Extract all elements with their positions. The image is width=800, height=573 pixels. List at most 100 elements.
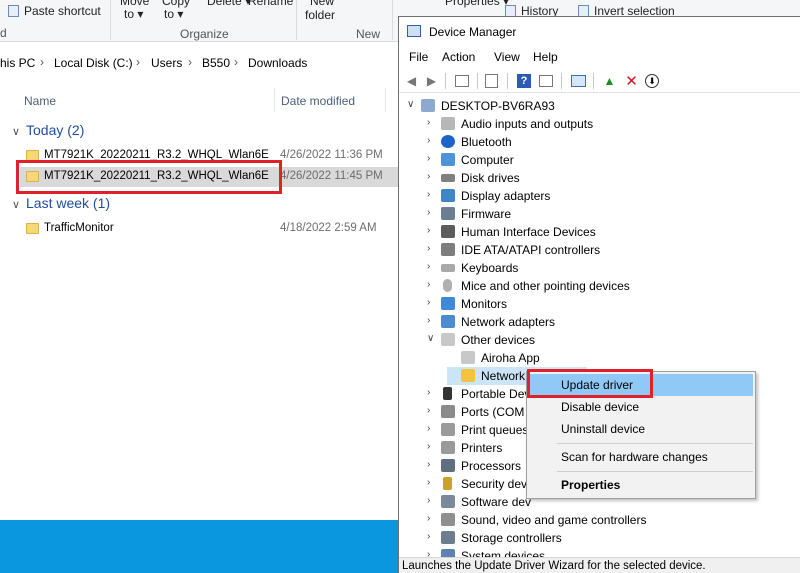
column-date-modified[interactable]: Date modified <box>281 94 355 108</box>
chevron-right-icon[interactable]: › <box>136 55 140 69</box>
breadcrumb-b550[interactable]: B550 <box>202 56 230 70</box>
tree-item-label: Processors <box>461 459 522 473</box>
disable-device-menu-item[interactable]: Disable device <box>529 396 753 418</box>
help-icon[interactable]: ? <box>517 74 531 88</box>
toolbar: ◀ ▶ ? ▲ ✕ ⬇ <box>399 69 800 93</box>
chevron-right-icon[interactable]: › <box>427 189 437 200</box>
properties-button[interactable]: Properties ▾ <box>445 0 509 8</box>
uninstall-x-icon[interactable]: ✕ <box>623 72 640 90</box>
toolbar-divider <box>477 73 478 89</box>
properties-menu-item[interactable]: Properties <box>529 474 753 496</box>
breadcrumb-users[interactable]: Users <box>151 56 182 70</box>
tree-item-label: Network adapters <box>461 315 556 329</box>
monitor-icon <box>441 297 455 310</box>
update-driver-icon[interactable]: ▲ <box>601 72 618 89</box>
mouse-icon <box>443 279 452 292</box>
file-date: 4/26/2022 11:36 PM <box>280 149 383 161</box>
group-header-last-week[interactable]: ∨ Last week (1) <box>12 195 110 211</box>
toolbar-divider <box>561 73 562 89</box>
tree-item-label: Audio inputs and outputs <box>461 117 594 131</box>
scan-hardware-icon[interactable] <box>571 75 586 87</box>
chevron-right-icon[interactable]: › <box>427 531 437 542</box>
chevron-right-icon[interactable]: › <box>427 387 437 398</box>
toolbar-divider <box>445 73 446 89</box>
chevron-right-icon[interactable]: › <box>427 243 437 254</box>
back-arrow-icon[interactable]: ◀ <box>403 72 420 89</box>
chevron-right-icon[interactable]: › <box>427 297 437 308</box>
disable-device-icon[interactable]: ⬇ <box>645 74 659 88</box>
chevron-right-icon[interactable]: › <box>427 459 437 470</box>
tree-item-label: Printers <box>461 441 503 455</box>
chevron-right-icon[interactable]: › <box>427 279 437 290</box>
tree-item-label: System devices <box>461 549 546 557</box>
address-bar[interactable]: his PC › Local Disk (C:) › Users › B550 … <box>0 48 400 76</box>
chevron-right-icon[interactable]: › <box>234 55 238 69</box>
chevron-down-icon[interactable]: ∨ <box>407 99 417 110</box>
tree-item-label: Software dev <box>461 495 532 509</box>
keyboard-icon <box>441 264 455 272</box>
file-row[interactable]: TrafficMonitor 4/18/2022 2:59 AM <box>20 219 400 239</box>
chevron-down-icon: ∨ <box>12 199 21 211</box>
chevron-right-icon[interactable]: › <box>427 495 437 506</box>
paste-shortcut-button[interactable]: Paste shortcut <box>8 4 101 18</box>
chevron-right-icon[interactable]: › <box>427 153 437 164</box>
system-device-icon <box>441 549 455 557</box>
copy-to-label[interactable]: to ▾ <box>164 7 183 21</box>
column-divider[interactable] <box>274 88 275 112</box>
folder-icon <box>26 223 39 234</box>
rename-button[interactable]: Rename <box>248 0 293 8</box>
menu-view[interactable]: View <box>494 50 520 64</box>
tree-item-label: Print queues <box>461 423 529 437</box>
tree-item-label: Sound, video and game controllers <box>461 513 647 527</box>
breadcrumb-local-disk[interactable]: Local Disk (C:) <box>54 56 133 70</box>
column-name[interactable]: Name <box>24 94 56 108</box>
chevron-right-icon[interactable]: › <box>188 55 192 69</box>
menu-action[interactable]: Action <box>442 50 475 64</box>
forward-arrow-icon[interactable]: ▶ <box>423 72 440 89</box>
chevron-right-icon[interactable]: › <box>427 513 437 524</box>
menu-help[interactable]: Help <box>533 50 558 64</box>
tree-item-label: Computer <box>461 153 514 167</box>
breadcrumb-downloads[interactable]: Downloads <box>248 56 307 70</box>
properties-sheet-icon[interactable] <box>485 74 498 88</box>
chevron-right-icon[interactable]: › <box>427 225 437 236</box>
new-folder-button[interactable]: New <box>310 0 334 8</box>
tree-item-label: Other devices <box>461 333 536 347</box>
chevron-down-icon[interactable]: ∨ <box>427 333 437 344</box>
chevron-right-icon[interactable]: › <box>427 441 437 452</box>
tree-item-label: Portable Dev <box>461 387 531 401</box>
show-hide-tree-icon[interactable] <box>455 75 469 87</box>
chevron-right-icon[interactable]: › <box>427 207 437 218</box>
group-header-today[interactable]: ∨ Today (2) <box>12 122 84 138</box>
move-to-label[interactable]: to ▾ <box>124 7 143 21</box>
file-name: TrafficMonitor <box>44 222 114 234</box>
tree-item-label: Storage controllers <box>461 531 562 545</box>
chevron-right-icon[interactable]: › <box>427 171 437 182</box>
scan-hardware-menu-item[interactable]: Scan for hardware changes <box>529 446 753 468</box>
new-folder-label[interactable]: folder <box>305 8 335 22</box>
chevron-right-icon[interactable]: › <box>427 117 437 128</box>
chevron-right-icon[interactable]: › <box>40 55 44 69</box>
menu-separator <box>557 443 753 444</box>
chevron-right-icon[interactable]: › <box>427 261 437 272</box>
breadcrumb-this-pc[interactable]: his PC <box>0 56 35 70</box>
port-icon <box>441 405 455 418</box>
tree-item-label: Security dev <box>461 477 528 491</box>
menu-file[interactable]: File <box>409 50 428 64</box>
delete-button[interactable]: Delete ▾ <box>207 0 251 8</box>
tree-item-label: IDE ATA/ATAPI controllers <box>461 243 601 257</box>
chevron-right-icon[interactable]: › <box>427 135 437 146</box>
chevron-right-icon[interactable]: › <box>427 405 437 416</box>
chevron-right-icon[interactable]: › <box>427 477 437 488</box>
uninstall-device-menu-item[interactable]: Uninstall device <box>529 418 753 440</box>
ide-controller-icon <box>441 243 455 256</box>
view-icon[interactable] <box>539 75 553 87</box>
computer-icon <box>441 153 455 166</box>
chevron-right-icon[interactable]: › <box>427 549 437 557</box>
computer-icon <box>421 99 435 112</box>
tree-item-label: Airoha App <box>481 351 540 365</box>
column-divider[interactable] <box>385 88 386 112</box>
chevron-right-icon[interactable]: › <box>427 423 437 434</box>
tree-item-label: Keyboards <box>461 261 519 275</box>
chevron-right-icon[interactable]: › <box>427 315 437 326</box>
